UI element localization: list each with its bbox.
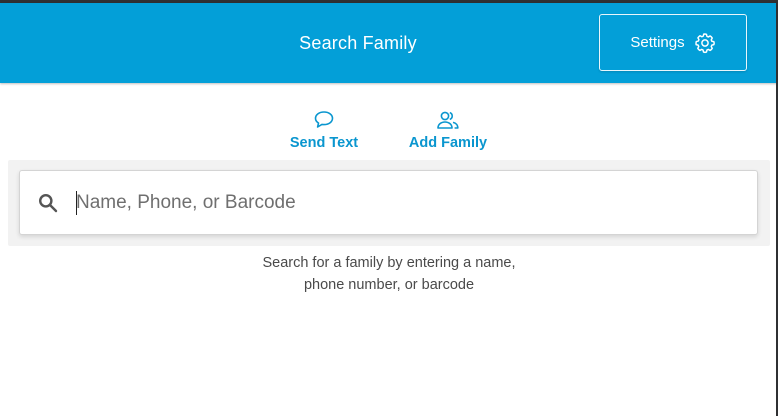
help-line-1: Search for a family by entering a name, (262, 255, 516, 271)
settings-button[interactable]: Settings (599, 14, 747, 71)
add-family-button[interactable]: Add Family (398, 108, 498, 151)
speech-bubble-icon (313, 108, 335, 130)
search-input[interactable] (76, 183, 736, 223)
app-header: Search Family Settings (0, 3, 778, 83)
text-caret (76, 191, 77, 215)
send-text-label: Send Text (289, 135, 359, 151)
send-text-button[interactable]: Send Text (276, 108, 372, 151)
search-box[interactable] (19, 170, 758, 235)
settings-label: Settings (630, 34, 685, 51)
help-line-2: phone number, or barcode (303, 277, 475, 293)
gear-icon (694, 32, 716, 54)
add-family-label: Add Family (408, 135, 488, 151)
people-icon (436, 108, 460, 130)
search-help-text: Search for a family by entering a name, … (0, 252, 778, 296)
search-icon (38, 193, 58, 218)
